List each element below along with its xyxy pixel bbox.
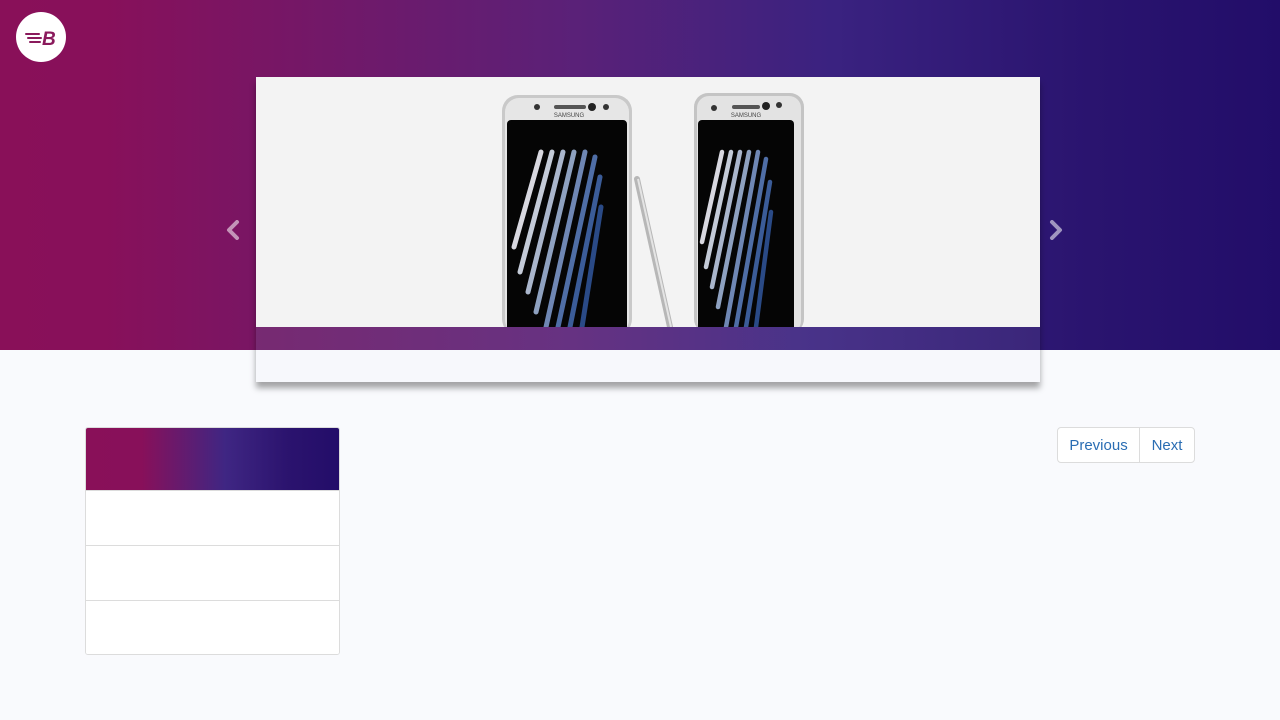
carousel-slide-image: SAMSUNG SAMSUNG <box>256 77 1040 327</box>
sidebar-item[interactable] <box>86 490 339 545</box>
pagination: Previous Next <box>1057 427 1195 463</box>
previous-button[interactable]: Previous <box>1058 428 1140 462</box>
svg-text:SAMSUNG: SAMSUNG <box>731 113 762 119</box>
sidebar-item[interactable] <box>86 545 339 600</box>
chevron-right-icon <box>1050 220 1062 240</box>
carousel-prev-button[interactable] <box>221 216 245 244</box>
chevron-left-icon <box>227 220 239 240</box>
smartphones-image: SAMSUNG SAMSUNG <box>256 77 1040 327</box>
next-button[interactable]: Next <box>1140 428 1194 462</box>
sidebar-item[interactable] <box>86 600 339 654</box>
image-carousel: SAMSUNG SAMSUNG <box>256 77 1040 382</box>
svg-text:B: B <box>42 29 56 49</box>
carousel-next-button[interactable] <box>1044 216 1068 244</box>
carousel-caption <box>256 327 1040 382</box>
sidebar-list-group <box>85 427 340 655</box>
bolt-b-logo-icon: B <box>25 29 56 49</box>
logo[interactable]: B <box>16 12 66 62</box>
sidebar-header <box>86 428 339 490</box>
svg-text:SAMSUNG: SAMSUNG <box>554 113 585 119</box>
